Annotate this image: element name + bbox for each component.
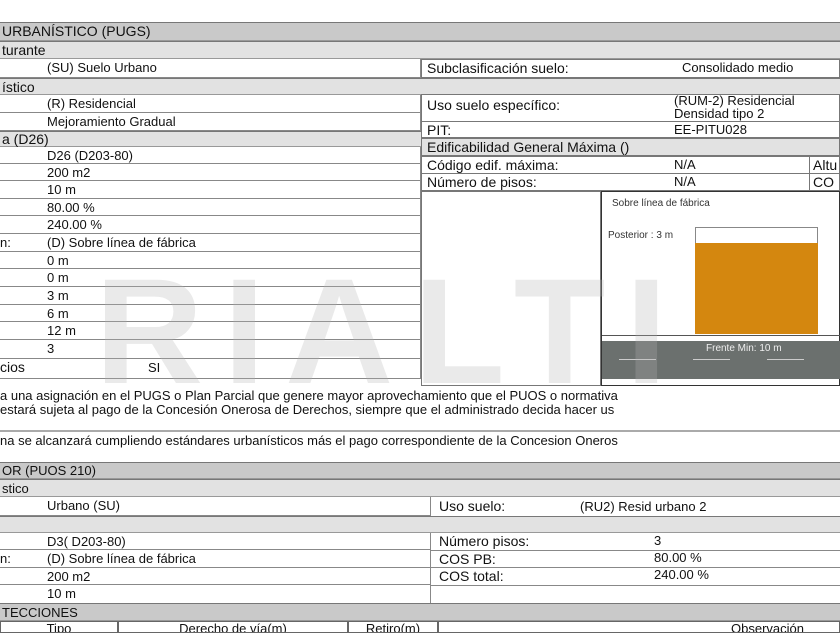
street-line	[602, 335, 840, 336]
col-derecho-via: Derecho de vía(m)	[118, 621, 348, 633]
servicios-row: cios SI	[0, 359, 421, 379]
pugs-table-row: 3 m	[0, 287, 421, 305]
cos-total-value: 240.00 %	[654, 567, 709, 582]
row-value: 6 m	[47, 306, 69, 321]
diagram-title: Sobre línea de fábrica	[612, 198, 710, 209]
pugs-table-row: 80.00 %	[0, 199, 421, 216]
frente-label: Frente Min: 10 m	[706, 343, 782, 354]
note-line-1: a una asignación en el PUGS o Plan Parci…	[0, 388, 618, 403]
row-value: (D) Sobre línea de fábrica	[47, 235, 196, 250]
puos-pisos-value: 3	[654, 533, 662, 548]
lote-row: 200 m2	[0, 568, 431, 585]
pit-cell: PIT: EE-PITU028	[421, 121, 840, 138]
edificabilidad-header: Edificabilidad General Máxima ()	[421, 138, 840, 156]
pit-label: PIT:	[427, 122, 452, 138]
codigo-value: N/A	[674, 157, 696, 172]
codigo-label: Código edif. máxima:	[427, 157, 559, 173]
building-diagram: Sobre línea de fábrica Posterior : 3 m F…	[601, 191, 840, 386]
forma-row: n: (D) Sobre línea de fábrica	[0, 550, 431, 568]
altura-label: Altu	[809, 157, 837, 173]
uso-general-row: (R) Residencial	[0, 95, 421, 113]
suelo-value: (SU) Suelo Urbano	[47, 60, 157, 75]
pugs-table-row: 12 m	[0, 322, 421, 340]
pugs-subheader-3: a (D26)	[0, 131, 421, 147]
col-tipo: Tipo	[0, 621, 118, 633]
servicios-label: cios	[0, 359, 25, 375]
note-line-3: na se alcanzará cumpliendo estándares ur…	[0, 433, 618, 448]
codigo-cell: Código edif. máxima: N/A Altu	[421, 156, 840, 174]
divider	[0, 430, 840, 432]
pisos-value: N/A	[674, 174, 696, 189]
pugs-table-row: 200 m2	[0, 164, 421, 181]
clasificacion-value: Urbano (SU)	[47, 498, 120, 513]
row-value: 0 m	[47, 253, 69, 268]
forma-label: n:	[0, 551, 11, 566]
street: Frente Min: 10 m	[602, 341, 840, 379]
edificabilidad-title: Edificabilidad General Máxima ()	[427, 139, 630, 155]
lane-mark	[619, 359, 656, 360]
pugs-table-row: 0 m	[0, 269, 421, 287]
pugs-table-row: 0 m	[0, 252, 421, 269]
clasificacion-row: Urbano (SU)	[0, 497, 431, 516]
cos-pb-value: 80.00 %	[654, 550, 702, 565]
pugs-table-row: 3	[0, 340, 421, 359]
servicios-value: SI	[148, 360, 161, 375]
puos-pisos-label: Número pisos:	[439, 533, 530, 549]
tratamiento-value: Mejoramiento Gradual	[47, 114, 176, 129]
row-value: 0 m	[47, 270, 69, 285]
row-value: D26 (D203-80)	[47, 148, 133, 163]
row-value: 80.00 %	[47, 200, 95, 215]
uso-especifico-label: Uso suelo específico:	[427, 97, 561, 113]
lane-mark	[693, 359, 730, 360]
forma-value: (D) Sobre línea de fábrica	[47, 551, 196, 566]
cos-total-label: COS total:	[439, 568, 504, 584]
row-value: 3	[47, 341, 55, 356]
subclasificacion-label: Subclasificación suelo:	[427, 60, 569, 76]
puos-subheader-empty	[0, 516, 840, 533]
zona-value: D3( D203-80)	[47, 534, 126, 549]
uso-general-value: (R) Residencial	[47, 96, 136, 111]
posterior-label: Posterior : 3 m	[608, 230, 674, 241]
note-line-2: estará sujeta al pago de la Concesión On…	[0, 402, 615, 417]
afectaciones-header: TECCIONES	[0, 603, 840, 621]
pit-value: EE-PITU028	[674, 122, 747, 137]
pugs-table-row: 240.00 %	[0, 216, 421, 234]
pugs-table-row: 6 m	[0, 305, 421, 322]
lane-mark	[767, 359, 804, 360]
pisos-cell: Número de pisos: N/A CO	[421, 173, 840, 191]
buildable-area	[695, 243, 818, 334]
lote-value: 200 m2	[47, 569, 91, 584]
uso-suelo-value: (RU2) Resid urbano 2	[580, 499, 707, 514]
row-value: 10 m	[47, 182, 76, 197]
frente-value: 10 m	[47, 586, 76, 601]
pugs-subheader-1: turante	[0, 41, 840, 59]
frente-row: 10 m	[0, 585, 431, 604]
row-value: 200 m2	[47, 165, 91, 180]
row-value: 3 m	[47, 288, 69, 303]
suelo-row: (SU) Suelo Urbano	[0, 59, 421, 78]
cos-label: CO	[809, 174, 834, 190]
cos-pb-label: COS PB:	[439, 551, 496, 567]
col-observacion: Observación	[438, 621, 840, 633]
pugs-table-row: 10 m	[0, 181, 421, 199]
pugs-table-row: D26 (D203-80)	[0, 147, 421, 164]
tratamiento-row: Mejoramiento Gradual	[0, 113, 421, 131]
uso-especifico-value-2: Densidad tipo 2	[674, 106, 765, 121]
subclasificacion-value: Consolidado medio	[682, 60, 794, 75]
pugs-table-row: n: (D) Sobre línea de fábrica	[0, 234, 421, 252]
puos-subheader: stico	[0, 479, 840, 497]
uso-especifico-cell: Uso suelo específico: (RUM-2) Residencial…	[421, 94, 840, 122]
zona-row: D3( D203-80)	[0, 533, 431, 550]
col-retiro: Retiro(m)	[348, 621, 438, 633]
diagram-left-cell	[421, 191, 601, 386]
pisos-label: Número de pisos:	[427, 174, 537, 190]
row-value: 12 m	[47, 323, 76, 338]
subclasificacion-cell: Subclasificación suelo: Consolidado medio	[421, 59, 840, 78]
puos-section-header: OR (PUOS 210)	[0, 462, 840, 479]
row-value: 240.00 %	[47, 217, 102, 232]
pugs-section-header: URBANÍSTICO (PUGS)	[0, 22, 840, 41]
uso-suelo-label: Uso suelo:	[439, 498, 506, 514]
row-label: n:	[0, 235, 11, 250]
